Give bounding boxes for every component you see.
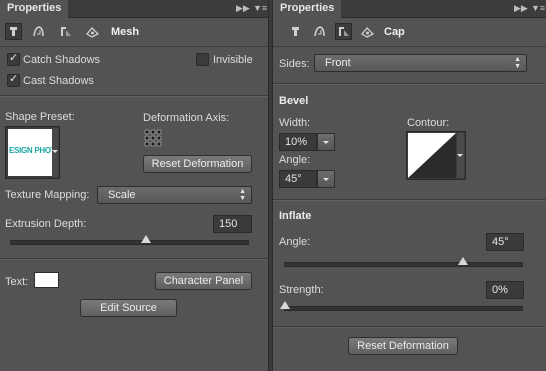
properties-toolbar: Mesh <box>0 18 268 47</box>
bevel-angle-label: Angle: <box>279 154 311 166</box>
select-arrows-icon: ▲ ▼ <box>514 56 521 70</box>
shape-preset-label: Shape Preset: <box>5 111 75 123</box>
cap-icon[interactable] <box>335 23 352 40</box>
catch-shadows-label: Catch Shadows <box>23 54 101 66</box>
bevel-width-dropdown[interactable] <box>317 133 335 151</box>
select-arrows-icon: ▲ ▼ <box>239 188 246 202</box>
text-color-swatch[interactable] <box>34 272 59 288</box>
texture-mapping-value: Scale <box>108 189 136 201</box>
bevel-width-label: Width: <box>279 117 311 129</box>
coordinates-icon[interactable] <box>85 24 100 39</box>
edit-source-button[interactable]: Edit Source <box>80 299 177 317</box>
inflate-angle-input[interactable]: 45° <box>486 233 524 251</box>
texture-mapping-label: Texture Mapping: <box>5 189 90 201</box>
panel-tabbar: Properties ▶▶ ▼≡ <box>273 0 546 18</box>
slider-thumb[interactable] <box>141 235 152 243</box>
extrusion-depth-label: Extrusion Depth: <box>5 218 87 230</box>
cast-shadows-label: Cast Shadows <box>23 75 94 87</box>
sides-value: Front <box>325 57 351 69</box>
preset-thumbnail-text: ESIGN PHOTOP <box>9 146 52 155</box>
panel-tabbar: Properties ▶▶ ▼≡ <box>0 0 268 18</box>
inflate-angle-label: Angle: <box>279 236 311 248</box>
texture-mapping-select[interactable]: Scale ▲ ▼ <box>97 186 252 204</box>
properties-panel-cap: Properties ▶▶ ▼≡ Cap Sides: Front ▲ ▼ Bev… <box>273 0 546 371</box>
extrusion-depth-slider[interactable] <box>10 235 249 245</box>
text-label: Text: <box>5 276 29 288</box>
contour-label: Contour: <box>407 117 450 129</box>
panel-menu-icon[interactable]: ▼≡ <box>253 3 267 13</box>
strength-input[interactable]: 0% <box>486 281 524 299</box>
shape-preset-thumbnail: ESIGN PHOTOP <box>8 129 52 176</box>
properties-toolbar: Cap <box>273 18 546 47</box>
contour-preview <box>408 133 456 178</box>
reset-deformation-button[interactable]: Reset Deformation <box>348 337 458 355</box>
deform-icon[interactable] <box>31 24 46 39</box>
divider <box>273 83 546 85</box>
bevel-angle-dropdown[interactable] <box>317 170 335 188</box>
deformation-axis-label: Deformation Axis: <box>143 112 230 124</box>
inflate-heading: Inflate <box>279 210 312 222</box>
catch-shadows-checkbox[interactable] <box>7 51 20 66</box>
panel-menu-icon[interactable]: ▼≡ <box>531 3 545 13</box>
contour-picker[interactable] <box>406 131 466 180</box>
divider <box>273 326 546 328</box>
slider-thumb[interactable] <box>280 301 290 309</box>
properties-tab[interactable]: Properties <box>273 0 342 18</box>
bevel-width-input[interactable]: 10% <box>279 133 317 151</box>
invisible-label: Invisible <box>213 54 253 66</box>
mesh-icon[interactable] <box>288 24 303 39</box>
bevel-angle-input[interactable]: 45° <box>279 170 317 188</box>
sides-label: Sides: <box>279 58 310 70</box>
extrusion-depth-input[interactable]: 150 <box>213 215 252 233</box>
cast-shadows-checkbox[interactable] <box>7 72 20 87</box>
contour-dropdown-arrow[interactable] <box>457 133 464 178</box>
deform-icon[interactable] <box>312 24 327 39</box>
cap-icon[interactable] <box>58 24 73 39</box>
invisible-checkbox[interactable] <box>196 53 209 66</box>
properties-panel-mesh: Properties ▶▶ ▼≡ Mesh Catch Shadows Invi… <box>0 0 268 371</box>
sides-select[interactable]: Front ▲ ▼ <box>314 54 527 72</box>
coordinates-icon[interactable] <box>360 24 375 39</box>
character-panel-button[interactable]: Character Panel <box>155 272 252 290</box>
slider-thumb[interactable] <box>457 257 468 265</box>
strength-label: Strength: <box>279 284 324 296</box>
reset-deformation-button[interactable]: Reset Deformation <box>143 155 252 173</box>
divider <box>273 199 546 201</box>
mode-label: Cap <box>384 26 405 38</box>
properties-tab[interactable]: Properties <box>0 0 69 18</box>
inflate-angle-slider[interactable] <box>284 257 523 267</box>
collapse-icon[interactable]: ▶▶ <box>236 3 250 13</box>
mesh-icon[interactable] <box>5 23 22 40</box>
strength-slider[interactable] <box>280 301 523 311</box>
divider <box>0 95 268 97</box>
shape-preset-picker[interactable]: ESIGN PHOTOP <box>5 126 60 179</box>
preset-dropdown-arrow[interactable] <box>52 128 58 177</box>
collapse-icon[interactable]: ▶▶ <box>514 3 528 13</box>
mode-label: Mesh <box>111 26 140 38</box>
bevel-heading: Bevel <box>279 95 309 107</box>
deformation-axis-grid-icon[interactable] <box>144 129 162 147</box>
divider <box>0 258 268 260</box>
